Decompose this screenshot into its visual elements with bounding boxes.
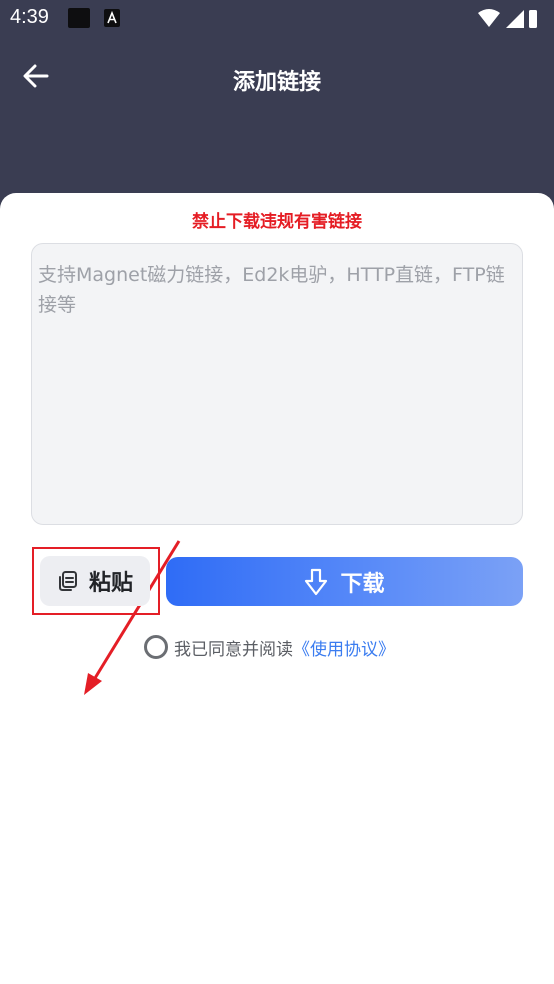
notification-square-icon (68, 8, 90, 28)
agreement-radio[interactable] (144, 635, 168, 659)
status-time: 4:39 (10, 6, 49, 28)
clipboard-icon (58, 571, 77, 591)
download-button[interactable]: 下载 (166, 557, 523, 606)
download-button-label: 下载 (340, 571, 385, 597)
battery-icon (529, 10, 537, 28)
terms-link[interactable]: 《使用协议》 (293, 635, 395, 660)
add-link-sheet: 禁止下载违规有害链接 支持Magnet磁力链接，Ed2k电驴，HTTP直链，FT… (0, 193, 554, 984)
notification-a-icon (104, 9, 120, 27)
paste-button[interactable]: 粘贴 (40, 556, 150, 606)
page-title: 添加链接 (232, 70, 321, 95)
paste-button-label: 粘贴 (88, 571, 133, 596)
signal-icon (506, 10, 524, 28)
status-bar: 4:39 (0, 0, 554, 36)
warning-text: 禁止下载违规有害链接 (192, 212, 362, 232)
wifi-icon (478, 9, 500, 27)
link-input[interactable]: 支持Magnet磁力链接，Ed2k电驴，HTTP直链，FTP链接等 (31, 243, 523, 525)
link-input-placeholder: 支持Magnet磁力链接，Ed2k电驴，HTTP直链，FTP链接等 (38, 264, 505, 316)
app-bar: 添加链接 (0, 36, 554, 120)
download-arrow-icon (305, 568, 328, 595)
agreement-row: 我已同意并阅读 《使用协议》 (144, 633, 395, 661)
agreement-text: 我已同意并阅读 (174, 639, 293, 660)
status-icons (478, 9, 537, 28)
